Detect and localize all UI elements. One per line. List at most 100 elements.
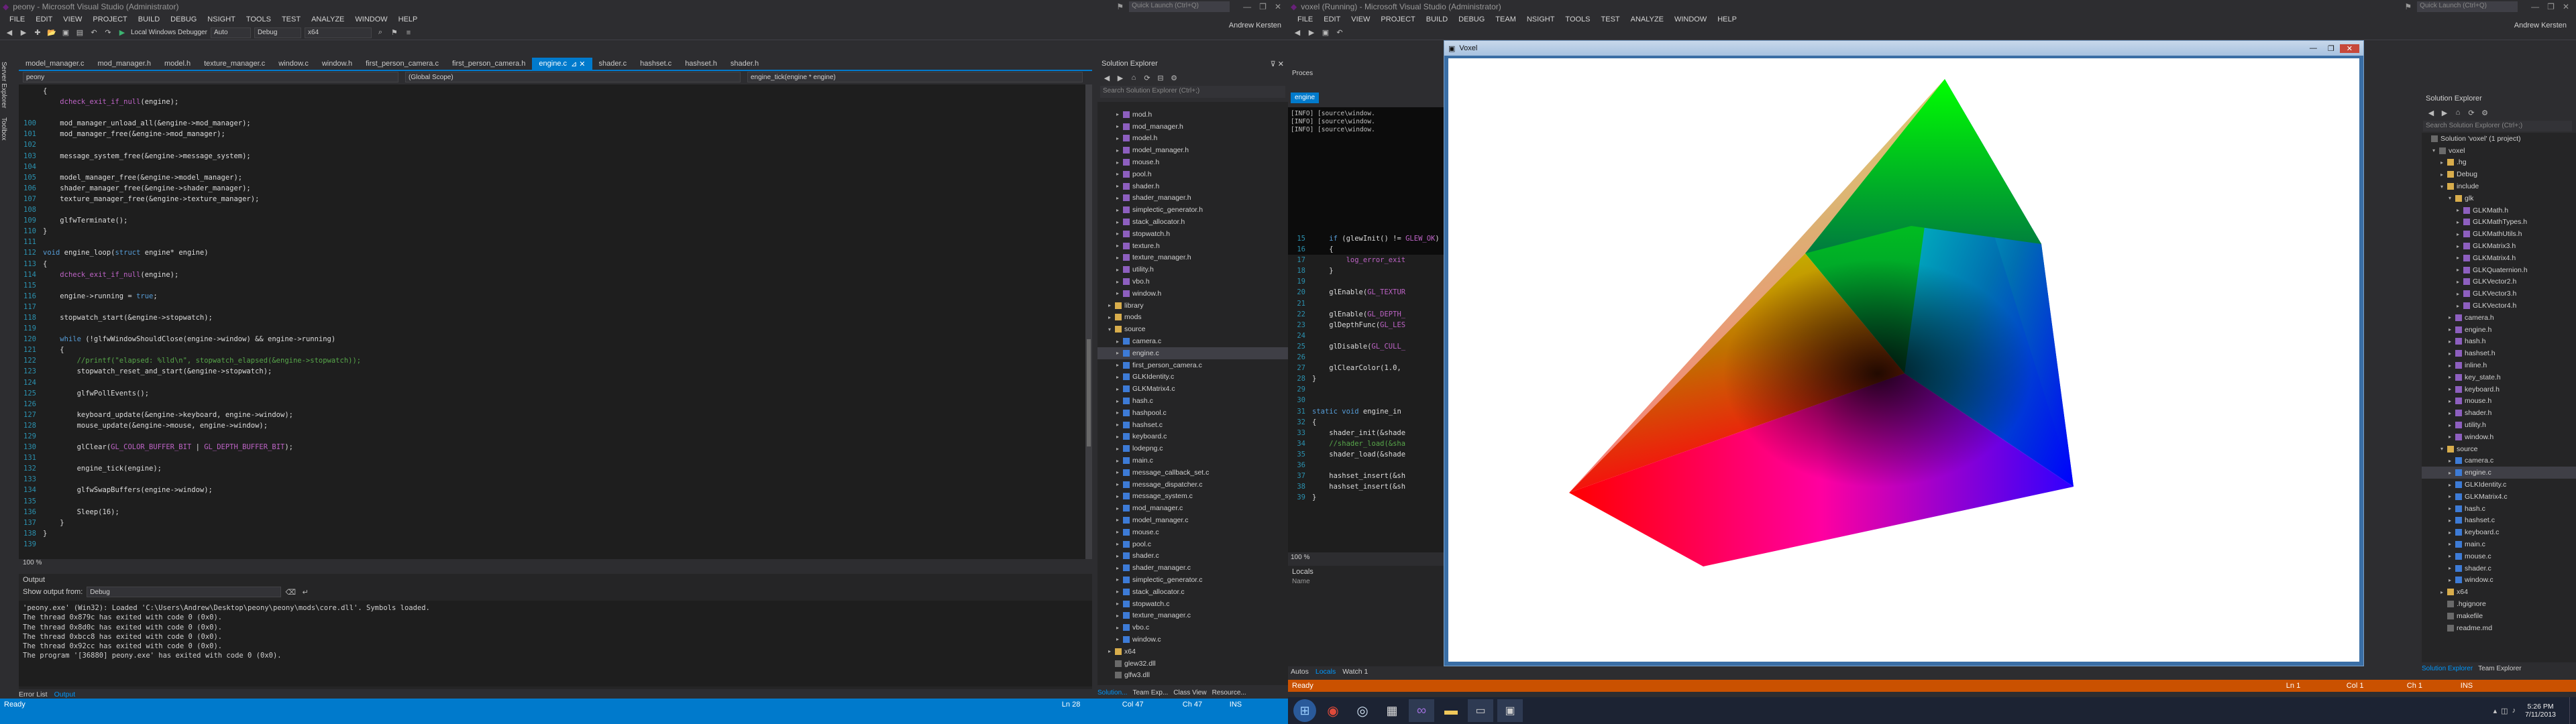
code-line[interactable]: 36 — [1288, 460, 1449, 471]
expand-arrow-icon[interactable]: ▸ — [2449, 565, 2455, 571]
code-line[interactable]: 103 message_system_free(&engine->message… — [19, 151, 1091, 162]
menu-nsight[interactable]: NSIGHT — [1521, 15, 1560, 23]
code-line[interactable]: 111 — [19, 237, 1091, 247]
tree-item[interactable]: ▸ GLKMatrix3.h — [2422, 240, 2576, 252]
tree-item[interactable]: ▸ shader.h — [2422, 407, 2576, 419]
voxel-maximize-button[interactable]: ❐ — [2322, 44, 2340, 53]
document-tab[interactable]: model.h — [158, 58, 197, 70]
tree-item[interactable]: ▸ camera.h — [2422, 312, 2576, 324]
code-line[interactable]: 28} — [1288, 373, 1449, 384]
expand-arrow-icon[interactable]: ▸ — [1116, 243, 1123, 249]
tree-item[interactable]: ▸ vbo.h — [1097, 276, 1288, 288]
save-all-icon[interactable]: ▤ — [74, 27, 85, 38]
expand-arrow-icon[interactable]: ▸ — [2440, 589, 2447, 595]
tree-item[interactable]: ▸ mod_manager.c — [1097, 502, 1288, 514]
tree-item[interactable]: ▸ mod_manager.h — [1097, 121, 1288, 133]
tree-item[interactable]: ▸ window.c — [1097, 634, 1288, 646]
tree-item[interactable]: ▾ source — [1097, 323, 1288, 335]
expand-arrow-icon[interactable]: ▸ — [1116, 469, 1123, 475]
tree-item[interactable]: ▸ GLKVector2.h — [2422, 276, 2576, 288]
expand-arrow-icon[interactable]: ▸ — [2449, 577, 2455, 583]
minimize-button[interactable]: — — [1239, 2, 1255, 11]
se-collapse-icon[interactable]: ⊟ — [1155, 72, 1166, 83]
tree-item[interactable]: ▸ GLKMath.h — [2422, 204, 2576, 217]
maximize-button[interactable]: ❐ — [2543, 2, 2559, 11]
app-icon[interactable]: ▦ — [1379, 699, 1405, 722]
tree-item[interactable]: ▸ hash.h — [2422, 336, 2576, 348]
expand-arrow-icon[interactable]: ▸ — [1116, 589, 1123, 595]
code-line[interactable]: 128 mouse_update(&engine->mouse, engine-… — [19, 420, 1091, 431]
se-properties-icon[interactable]: ⚙ — [1169, 72, 1179, 83]
code-line[interactable]: 120 while (!glfwWindowShouldClose(engine… — [19, 334, 1091, 345]
file-tab-engine[interactable]: engine — [1291, 93, 1320, 103]
tree-item[interactable]: ▸ Debug — [2422, 168, 2576, 180]
code-line[interactable]: 139 — [19, 539, 1091, 550]
output-source-combo[interactable]: Debug — [87, 587, 282, 597]
team-explorer-tab[interactable]: Team Explorer — [2478, 665, 2521, 674]
tree-item[interactable]: ▸ hash.c — [2422, 503, 2576, 515]
expand-arrow-icon[interactable]: ▸ — [1116, 160, 1123, 166]
undo-icon[interactable]: ↶ — [1334, 27, 1345, 38]
tree-item[interactable]: .hgignore — [2422, 598, 2576, 610]
expand-arrow-icon[interactable]: ▸ — [2449, 541, 2455, 547]
tree-item[interactable]: ▸ camera.c — [2422, 455, 2576, 467]
tree-item[interactable]: ▸ stopwatch.c — [1097, 598, 1288, 610]
tree-item[interactable]: glfw3.dll — [1097, 669, 1288, 681]
expand-arrow-icon[interactable]: ▸ — [1116, 219, 1123, 225]
tree-item[interactable]: ▸ mouse.c — [2422, 550, 2576, 562]
expand-arrow-icon[interactable]: ▸ — [1116, 601, 1123, 607]
tree-item[interactable]: glew32.dll — [1097, 658, 1288, 670]
tree-item[interactable]: ▸ message_dispatcher.c — [1097, 479, 1288, 491]
tray-arrow-icon[interactable]: ▴ — [2493, 707, 2498, 715]
menu-analyze[interactable]: ANALYZE — [1625, 15, 1669, 23]
find-icon[interactable]: ⌕ — [375, 27, 386, 38]
expand-arrow-icon[interactable]: ▸ — [2449, 374, 2455, 380]
menu-edit[interactable]: EDIT — [1318, 15, 1346, 23]
code-line[interactable]: 31 static void engine_in — [1288, 406, 1449, 417]
new-project-icon[interactable]: ✚ — [32, 27, 43, 38]
document-tab[interactable]: engine.c ⊿ ✕ — [532, 58, 592, 70]
code-line[interactable]: 134 glfwSwapBuffers(engine->window); — [19, 485, 1091, 495]
se-home-icon[interactable]: ⌂ — [2453, 107, 2463, 118]
tree-item[interactable]: ▸ model_manager.h — [1097, 144, 1288, 156]
code-line[interactable]: 109 glfwTerminate(); — [19, 215, 1091, 226]
tree-item[interactable]: ▸ shader.h — [1097, 180, 1288, 192]
menu-window[interactable]: WINDOW — [1669, 15, 1712, 23]
expand-arrow-icon[interactable]: ▸ — [1116, 231, 1123, 237]
tree-item[interactable]: ▸ message_system.c — [1097, 491, 1288, 503]
expand-arrow-icon[interactable]: ▸ — [2449, 553, 2455, 559]
code-line[interactable]: 131 — [19, 452, 1091, 463]
tree-item[interactable]: ▾ glk — [2422, 192, 2576, 204]
voxel-window[interactable]: ▣ Voxel — ❐ ✕ — [1444, 40, 2364, 666]
code-line[interactable]: 110} — [19, 226, 1091, 237]
tree-item[interactable]: ▸ mod.h — [1097, 109, 1288, 121]
expand-arrow-icon[interactable]: ▸ — [1116, 446, 1123, 452]
tree-item[interactable]: ▸ window.c — [2422, 574, 2576, 586]
visual-studio-icon[interactable]: ∞ — [1409, 699, 1434, 722]
expand-arrow-icon[interactable]: ▸ — [2457, 255, 2463, 261]
pin-icon[interactable]: ⊽ ✕ — [1271, 60, 1284, 68]
tree-item[interactable]: ▸ utility.h — [2422, 419, 2576, 431]
code-line[interactable]: 125 glfwPollEvents(); — [19, 388, 1091, 399]
code-line[interactable]: 113 { — [19, 259, 1091, 269]
editor-scrollbar[interactable] — [1085, 84, 1092, 559]
steam-icon[interactable]: ◎ — [1350, 699, 1375, 722]
expand-arrow-icon[interactable]: ▸ — [2457, 303, 2463, 309]
expand-arrow-icon[interactable]: ▸ — [1116, 565, 1123, 571]
expand-arrow-icon[interactable]: ▸ — [1116, 374, 1123, 380]
tree-item[interactable]: ▸ keyboard.c — [2422, 526, 2576, 538]
document-tab[interactable]: shader.c — [592, 58, 634, 70]
volume-icon[interactable]: ♪ — [2512, 707, 2516, 715]
menu-tools[interactable]: TOOLS — [241, 15, 276, 23]
menu-help[interactable]: HELP — [393, 15, 423, 23]
tree-item[interactable]: ▸ hashset.c — [1097, 419, 1288, 431]
expand-arrow-icon[interactable]: ▸ — [1116, 553, 1123, 559]
tree-item[interactable]: ▸ GLKVector4.h — [2422, 300, 2576, 312]
output-text[interactable]: 'peony.exe' (Win32): Loaded 'C:\Users\An… — [19, 601, 1092, 686]
tree-item[interactable]: ▸ window.h — [1097, 288, 1288, 300]
code-line[interactable]: 20 glEnable(GL_TEXTUR — [1288, 287, 1449, 298]
save-icon[interactable]: ▣ — [60, 27, 71, 38]
expand-arrow-icon[interactable]: ▸ — [1116, 350, 1123, 356]
se-refresh-icon[interactable]: ⟳ — [1142, 72, 1152, 83]
code-line[interactable]: 118 stopwatch_start(&engine->stopwatch); — [19, 312, 1091, 323]
